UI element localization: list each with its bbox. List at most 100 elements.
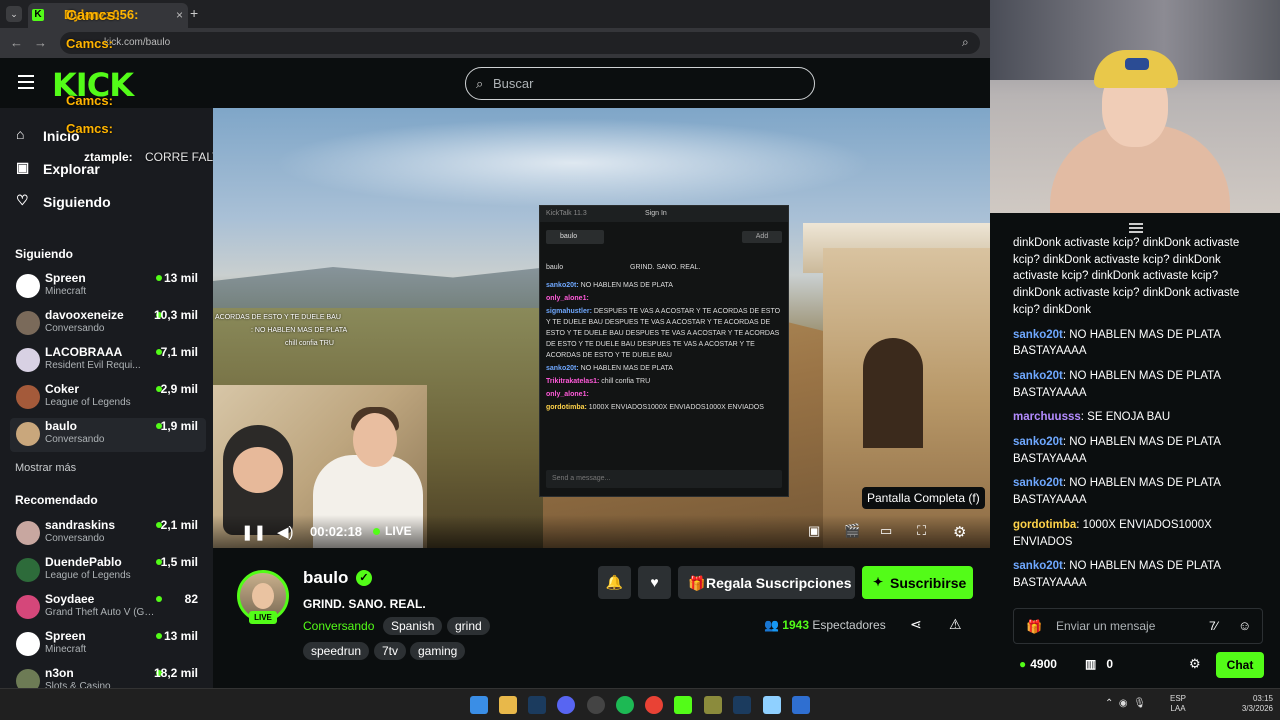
sidebar-channel-recommended[interactable]: DuendePablo League of Legends 1,5 mil [10, 554, 206, 588]
channel-points[interactable]: ● 4900 [1019, 657, 1057, 671]
nav-explore[interactable]: ▣ Explorar [16, 159, 100, 183]
settings-gear-icon[interactable]: ⚙ [953, 523, 966, 541]
sidebar-channel-category: Slots & Casino [45, 681, 111, 688]
chrome-icon[interactable] [645, 696, 663, 714]
chat-send-button[interactable]: Chat [1216, 652, 1264, 678]
gift-icon[interactable]: 🎁 [1026, 619, 1042, 635]
sidebar-channel-name: Spreen [45, 629, 86, 643]
tag-gaming[interactable]: gaming [410, 642, 466, 660]
tab-close-icon[interactable]: × [176, 8, 183, 22]
stream-category[interactable]: Conversando [303, 619, 374, 633]
pause-icon[interactable]: ❚❚ [241, 523, 266, 541]
sidebar-channel-following[interactable]: baulo Conversando 1,9 mil [10, 418, 206, 452]
follow-heart-button[interactable]: ♥ [638, 566, 671, 599]
chat-username[interactable]: sanko20t [1013, 329, 1063, 341]
notepad-icon[interactable] [763, 696, 781, 714]
search-input[interactable]: ⌕ Buscar [465, 67, 815, 100]
tag-7tv[interactable]: 7tv [374, 642, 407, 660]
gift-subs-button[interactable]: 🎁 Regala Suscripciones [678, 566, 855, 599]
chat-username[interactable]: marchuusss [1013, 411, 1081, 423]
language-indicator[interactable]: ESP LAA [1170, 694, 1186, 714]
viewer-count-number: 1943 [782, 618, 809, 632]
sidebar-channel-following[interactable]: Coker League of Legends 2,9 mil [10, 381, 206, 415]
theater-mode-icon[interactable]: ▭ [880, 523, 892, 539]
channel-avatar [16, 669, 40, 688]
menu-icon[interactable] [18, 75, 34, 89]
sidebar-channel-category: Resident Evil Requi... [45, 360, 141, 371]
forward-icon[interactable]: → [34, 35, 47, 50]
pip-icon[interactable]: ▣ [808, 523, 820, 539]
chat-username[interactable]: gordotimba [1013, 519, 1076, 531]
sidebar-channel-following[interactable]: Spreen Minecraft 13 mil [10, 270, 206, 304]
store-icon: ▥ [1085, 657, 1097, 671]
tag-grind[interactable]: grind [447, 617, 490, 635]
embedded-chat-text: NO HABLEN MAS DE PLATA [580, 282, 673, 289]
fullscreen-icon[interactable]: ⛶ [917, 523, 926, 539]
sidebar-channel-recommended[interactable]: Spreen Minecraft 13 mil [10, 628, 206, 662]
chat-input[interactable]: 🎁 Enviar un mensaje 7⁄ ☺ [1013, 608, 1263, 644]
chat-username[interactable]: sanko20t [1013, 436, 1063, 448]
app-icon[interactable] [587, 696, 605, 714]
sidebar-channel-recommended[interactable]: n3on Slots & Casino 18,2 mil [10, 665, 206, 688]
system-tray[interactable]: ⌃ ◉ 🎙 [1105, 698, 1146, 709]
spotify-icon[interactable] [616, 696, 634, 714]
discord-icon[interactable] [557, 696, 575, 714]
show-more-link[interactable]: Mostrar más [15, 462, 76, 474]
sidebar-channel-following[interactable]: davooxeneize Conversando 10,3 mil [10, 307, 206, 341]
tab-search-icon[interactable]: ⌄ [6, 6, 22, 22]
notification-bell-button[interactable]: 🔔 [598, 566, 631, 599]
address-bar[interactable]: kick.com/baulo [60, 32, 980, 54]
chat-message: sanko20t: NO HABLEN MAS DE PLATA BASTAYA… [1013, 368, 1253, 401]
channel-avatar-face [252, 583, 274, 609]
clip-icon[interactable]: 🎬 [844, 523, 860, 539]
volume-icon[interactable]: ◀) [277, 523, 294, 541]
overlay-user-1: Camcs: [66, 7, 121, 24]
chat-username[interactable]: sanko20t [1013, 477, 1063, 489]
live-label: LIVE [385, 524, 412, 538]
chat-username[interactable]: sanko20t [1013, 560, 1063, 572]
chat-username[interactable]: sanko20t [1013, 370, 1063, 382]
sidebar: ⌂ Inicio ▣ Explorar ♡ Siguiendo Siguiendo S… [0, 108, 213, 688]
sidebar-channel-name: LACOBRAAA [45, 345, 123, 359]
new-tab-icon[interactable]: + [190, 5, 198, 21]
chat-settings-icon[interactable]: ⚙ [1189, 656, 1201, 672]
tag-spanish[interactable]: Spanish [383, 617, 443, 635]
chat-messages: dinkDonk activaste kcip? dinkDonk activa… [1013, 235, 1253, 600]
lang-line-2: LAA [1170, 704, 1186, 713]
channel-info: LIVE baulo ✓ GRIND. SANO. REAL. Conversa… [213, 548, 990, 688]
subscribe-button[interactable]: ✦ Suscribirse [862, 566, 973, 599]
share-icon[interactable]: ⋖ [910, 616, 922, 633]
sidebar-channel-recommended[interactable]: Soydaee Grand Theft Auto V (GTA) 82 [10, 591, 206, 625]
start-icon[interactable] [470, 696, 488, 714]
channel-avatar [16, 595, 40, 619]
taskbar-clock[interactable]: 03:15 3/3/2026 [1233, 694, 1273, 714]
video-overlay-line-2: : NO HABLEN MAS DE PLATA [251, 327, 348, 334]
chat-message: sanko20t: NO HABLEN MAS DE PLATA BASTAYA… [1013, 434, 1253, 467]
zoom-icon[interactable]: ⌕ [962, 35, 969, 50]
chat-text: dinkDonk activaste kcip? dinkDonk activa… [1013, 237, 1240, 316]
steam2-icon[interactable] [733, 696, 751, 714]
channel-name[interactable]: baulo [303, 568, 348, 588]
back-icon[interactable]: ← [10, 35, 23, 50]
app2-icon[interactable] [704, 696, 722, 714]
report-icon[interactable]: ⚠ [949, 616, 962, 633]
tag-speedrun[interactable]: speedrun [303, 642, 370, 660]
7tv-emote-icon[interactable]: 7⁄ [1209, 619, 1218, 633]
shield-icon[interactable] [792, 696, 810, 714]
file-explorer-icon[interactable] [499, 696, 517, 714]
sidebar-channel-recommended[interactable]: sandraskins Conversando 2,1 mil [10, 517, 206, 551]
nav-following[interactable]: ♡ Siguiendo [16, 192, 111, 216]
emoji-icon[interactable]: ☺ [1238, 618, 1251, 633]
kick-app-icon[interactable] [674, 696, 692, 714]
steam-icon[interactable] [528, 696, 546, 714]
sidebar-channel-name: n3on [45, 666, 74, 680]
channel-avatar [16, 422, 40, 446]
store-button[interactable]: ▥ 0 [1085, 657, 1113, 671]
embedded-chat-add: Add [742, 231, 782, 243]
chat-menu-icon[interactable] [1129, 223, 1143, 235]
nav-following-label: Siguiendo [43, 194, 111, 210]
nav-home[interactable]: ⌂ Inicio [16, 126, 80, 150]
video-player[interactable]: ACORDAS DE ESTO Y TE DUELE BAU : NO HABL… [213, 108, 990, 548]
channel-avatar [16, 385, 40, 409]
sidebar-channel-following[interactable]: LACOBRAAA Resident Evil Requi... 7,1 mil [10, 344, 206, 378]
